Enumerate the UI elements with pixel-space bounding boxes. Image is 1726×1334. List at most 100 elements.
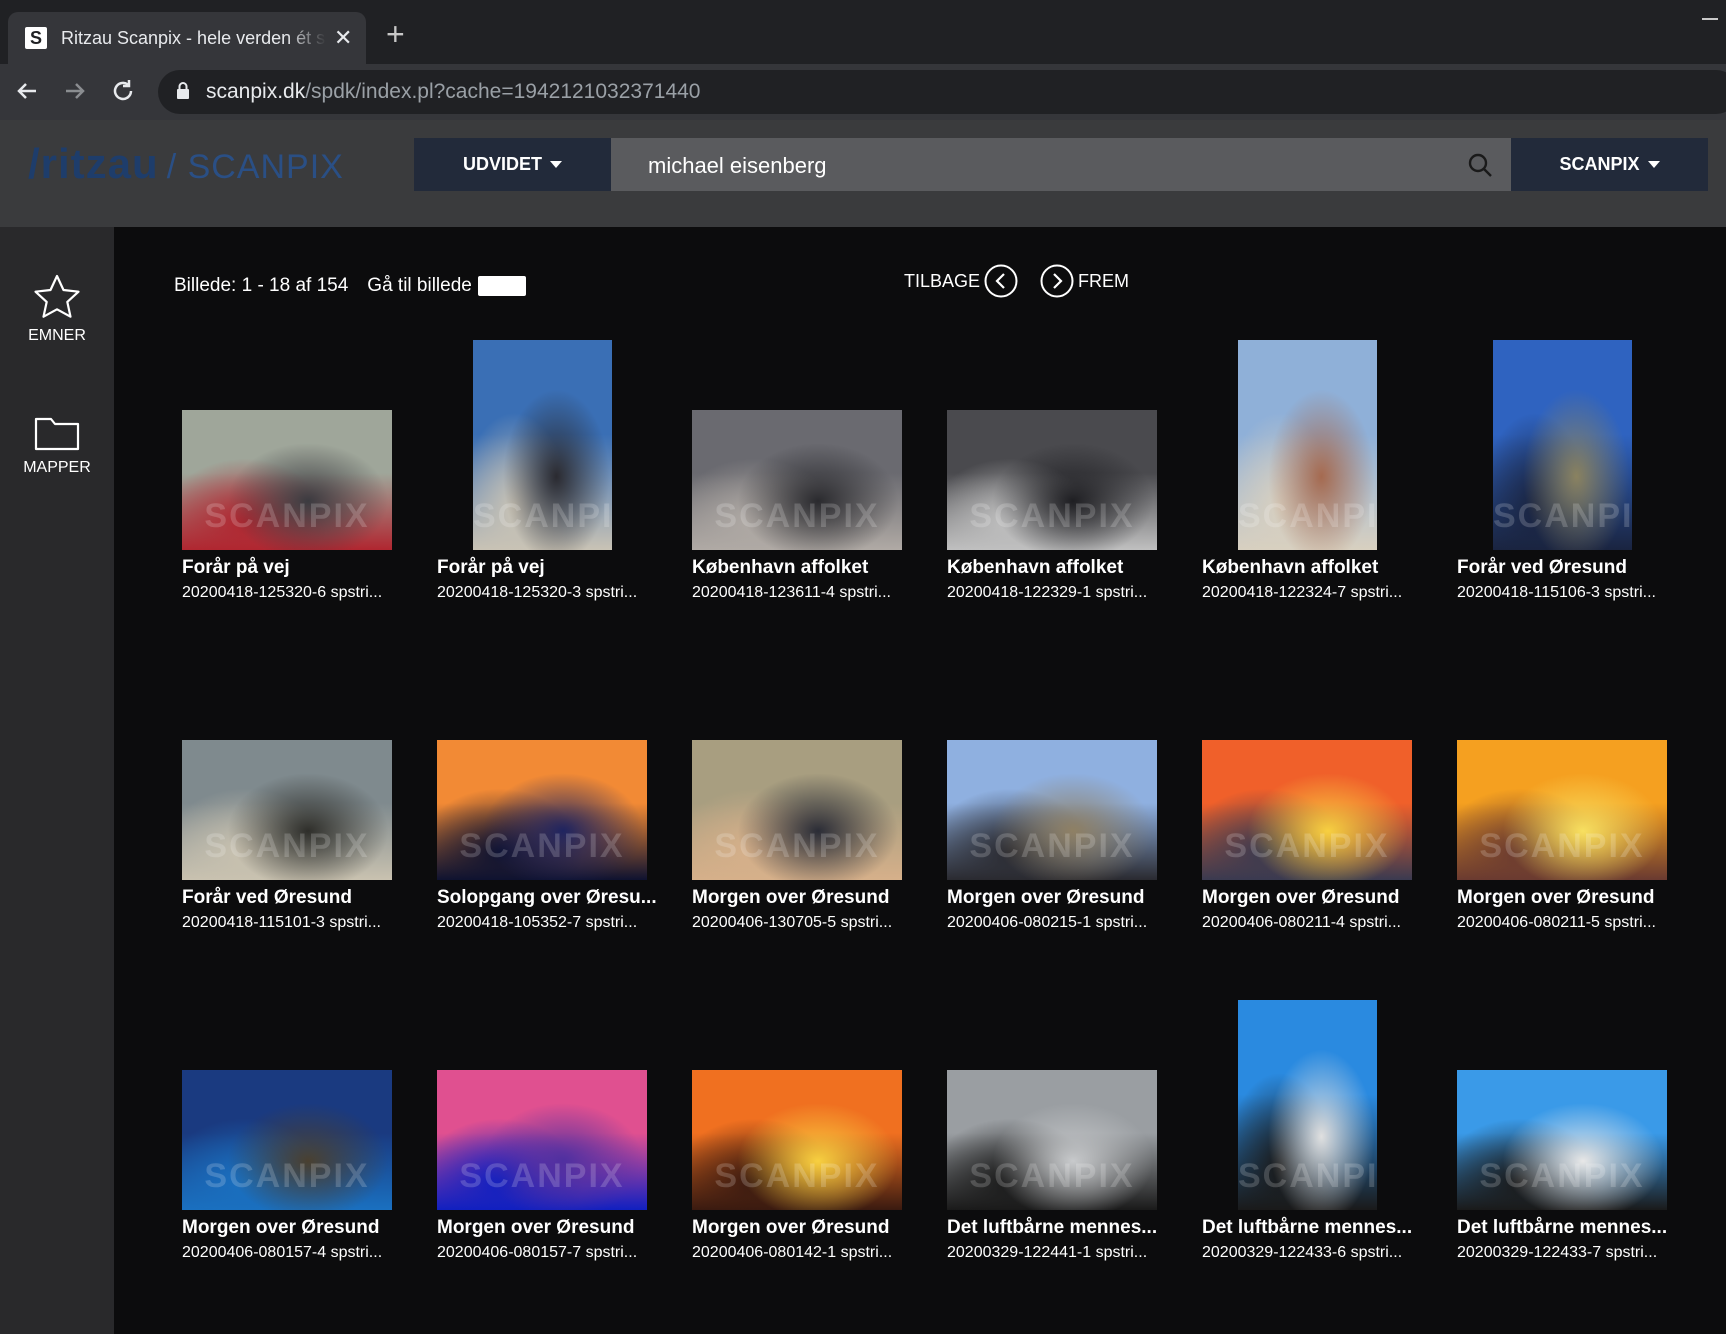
ritzau-scanpix-logo[interactable]: /ritzau / SCANPIX	[28, 140, 344, 190]
image-thumbnail[interactable]: SCANPIX	[1238, 340, 1377, 550]
image-thumbnail[interactable]: SCANPIX	[1493, 340, 1632, 550]
sidebar-item-emner[interactable]: EMNER	[0, 273, 114, 345]
image-id: 20200329-122433-7 spstri...	[1457, 1244, 1658, 1261]
scanpix-dropdown-button[interactable]: SCANPIX	[1511, 138, 1708, 191]
image-title[interactable]: Forår ved Øresund	[182, 887, 412, 909]
image-thumbnail[interactable]: SCANPIX	[1238, 1000, 1377, 1210]
site-header: /ritzau / SCANPIX UDVIDET SCANPIX	[0, 120, 1726, 227]
watermark-logo: SCANPIX	[1493, 497, 1632, 535]
tab-close-icon[interactable]: ✕	[334, 27, 352, 49]
image-title[interactable]: Det luftbårne mennes...	[947, 1217, 1177, 1239]
image-thumbnail[interactable]: SCANPIX	[947, 410, 1157, 550]
browser-toolbar: scanpix.dk/spdk/index.pl?cache=194212103…	[0, 64, 1726, 120]
search-box	[611, 138, 1511, 193]
caret-down-icon	[1647, 161, 1660, 168]
udvidet-dropdown-button[interactable]: UDVIDET	[414, 138, 611, 191]
watermark-logo: SCANPIX	[969, 497, 1135, 535]
image-title[interactable]: Forår på vej	[182, 557, 412, 579]
image-thumbnail[interactable]: SCANPIX	[1202, 740, 1412, 880]
image-id: 20200406-080215-1 spstri...	[947, 914, 1148, 931]
watermark-logo: SCANPIX	[714, 497, 880, 535]
image-id: 20200329-122441-1 spstri...	[947, 1244, 1148, 1261]
image-title[interactable]: København affolket	[947, 557, 1177, 579]
image-id: 20200406-130705-5 spstri...	[692, 914, 893, 931]
watermark-logo: SCANPIX	[459, 1157, 625, 1195]
chevron-right-icon[interactable]	[1040, 264, 1074, 298]
watermark-logo: SCANPIX	[204, 497, 370, 535]
lock-icon	[177, 82, 189, 99]
sidebar: EMNER MAPPER	[0, 227, 114, 1334]
image-title[interactable]: Det luftbårne mennes...	[1202, 1217, 1432, 1239]
search-icon[interactable]	[1467, 152, 1493, 178]
image-thumbnail[interactable]: SCANPIX	[692, 1070, 902, 1210]
folder-icon	[34, 417, 80, 451]
image-title[interactable]: København affolket	[692, 557, 922, 579]
image-thumbnail[interactable]: SCANPIX	[437, 740, 647, 880]
sidebar-item-label: MAPPER	[23, 459, 91, 476]
image-id: 20200418-125320-6 spstri...	[182, 584, 383, 601]
forward-label[interactable]: FREM	[1078, 271, 1129, 292]
image-id: 20200418-125320-3 spstri...	[437, 584, 638, 601]
search-input[interactable]	[646, 138, 1450, 193]
image-thumbnail[interactable]: SCANPIX	[692, 410, 902, 550]
back-label[interactable]: TILBAGE	[904, 271, 980, 292]
image-title[interactable]: Morgen over Øresund	[692, 1217, 922, 1239]
image-thumbnail[interactable]: SCANPIX	[473, 340, 612, 550]
image-thumbnail[interactable]: SCANPIX	[692, 740, 902, 880]
image-id: 20200418-122324-7 spstri...	[1202, 584, 1403, 601]
reload-icon[interactable]	[108, 76, 138, 106]
image-thumbnail[interactable]: SCANPIX	[1457, 1070, 1667, 1210]
sidebar-item-mapper[interactable]: MAPPER	[0, 413, 114, 477]
image-id: 20200418-115106-3 spstri...	[1457, 584, 1656, 601]
address-bar[interactable]: scanpix.dk/spdk/index.pl?cache=194212103…	[158, 70, 1726, 114]
watermark-logo: SCANPIX	[459, 827, 625, 865]
image-thumbnail[interactable]: SCANPIX	[437, 1070, 647, 1210]
forward-arrow-icon[interactable]	[60, 76, 90, 106]
watermark-logo: SCANPIX	[1479, 827, 1645, 865]
image-thumbnail[interactable]: SCANPIX	[182, 740, 392, 880]
image-title[interactable]: Morgen over Øresund	[692, 887, 922, 909]
image-id: 20200418-122329-1 spstri...	[947, 584, 1148, 601]
watermark-logo: SCANPIX	[714, 1157, 880, 1195]
image-title[interactable]: Forår ved Øresund	[1457, 557, 1687, 579]
image-title[interactable]: Morgen over Øresund	[1202, 887, 1432, 909]
star-icon	[34, 274, 80, 318]
image-title[interactable]: Det luftbårne mennes...	[1457, 1217, 1687, 1239]
chevron-left-icon[interactable]	[984, 264, 1018, 298]
image-title[interactable]: Solopgang over Øresu...	[437, 887, 667, 909]
watermark-logo: SCANPIX	[969, 1157, 1135, 1195]
image-thumbnail[interactable]: SCANPIX	[947, 1070, 1157, 1210]
results-count: Billede: 1 - 18 af 154	[174, 275, 349, 296]
watermark-logo: SCANPIX	[1238, 1157, 1377, 1195]
image-thumbnail[interactable]: SCANPIX	[947, 740, 1157, 880]
image-thumbnail[interactable]: SCANPIX	[1457, 740, 1667, 880]
browser-tab[interactable]: S Ritzau Scanpix - hele verden ét sted ✕	[8, 12, 366, 64]
caret-down-icon	[550, 161, 562, 168]
pager: TILBAGE FREM	[900, 264, 1133, 298]
results-info-bar: Billede: 1 - 18 af 154 Gå til billede	[174, 275, 526, 297]
image-title[interactable]: København affolket	[1202, 557, 1432, 579]
image-id: 20200406-080157-7 spstri...	[437, 1244, 638, 1261]
image-thumbnail[interactable]: SCANPIX	[182, 1070, 392, 1210]
watermark-logo: SCANPIX	[969, 827, 1135, 865]
image-id: 20200418-105352-7 spstri...	[437, 914, 638, 931]
image-id: 20200406-080211-5 spstri...	[1457, 914, 1656, 931]
image-title[interactable]: Morgen over Øresund	[1457, 887, 1687, 909]
watermark-logo: SCANPIX	[1224, 827, 1390, 865]
back-arrow-icon[interactable]	[12, 76, 42, 106]
url-text: scanpix.dk/spdk/index.pl?cache=194212103…	[206, 80, 701, 103]
new-tab-button[interactable]: +	[386, 18, 405, 50]
watermark-logo: SCANPIX	[1238, 497, 1377, 535]
window-minimize-icon[interactable]	[1702, 18, 1718, 20]
image-id: 20200418-115101-3 spstri...	[182, 914, 381, 931]
image-id: 20200418-123611-4 spstri...	[692, 584, 891, 601]
image-thumbnail[interactable]: SCANPIX	[182, 410, 392, 550]
image-title[interactable]: Morgen over Øresund	[182, 1217, 412, 1239]
goto-image-input[interactable]	[477, 276, 526, 296]
image-id: 20200406-080211-4 spstri...	[1202, 914, 1401, 931]
image-title[interactable]: Morgen over Øresund	[437, 1217, 667, 1239]
image-id: 20200329-122433-6 spstri...	[1202, 1244, 1403, 1261]
image-id: 20200406-080157-4 spstri...	[182, 1244, 383, 1261]
image-title[interactable]: Morgen over Øresund	[947, 887, 1177, 909]
image-title[interactable]: Forår på vej	[437, 557, 667, 579]
